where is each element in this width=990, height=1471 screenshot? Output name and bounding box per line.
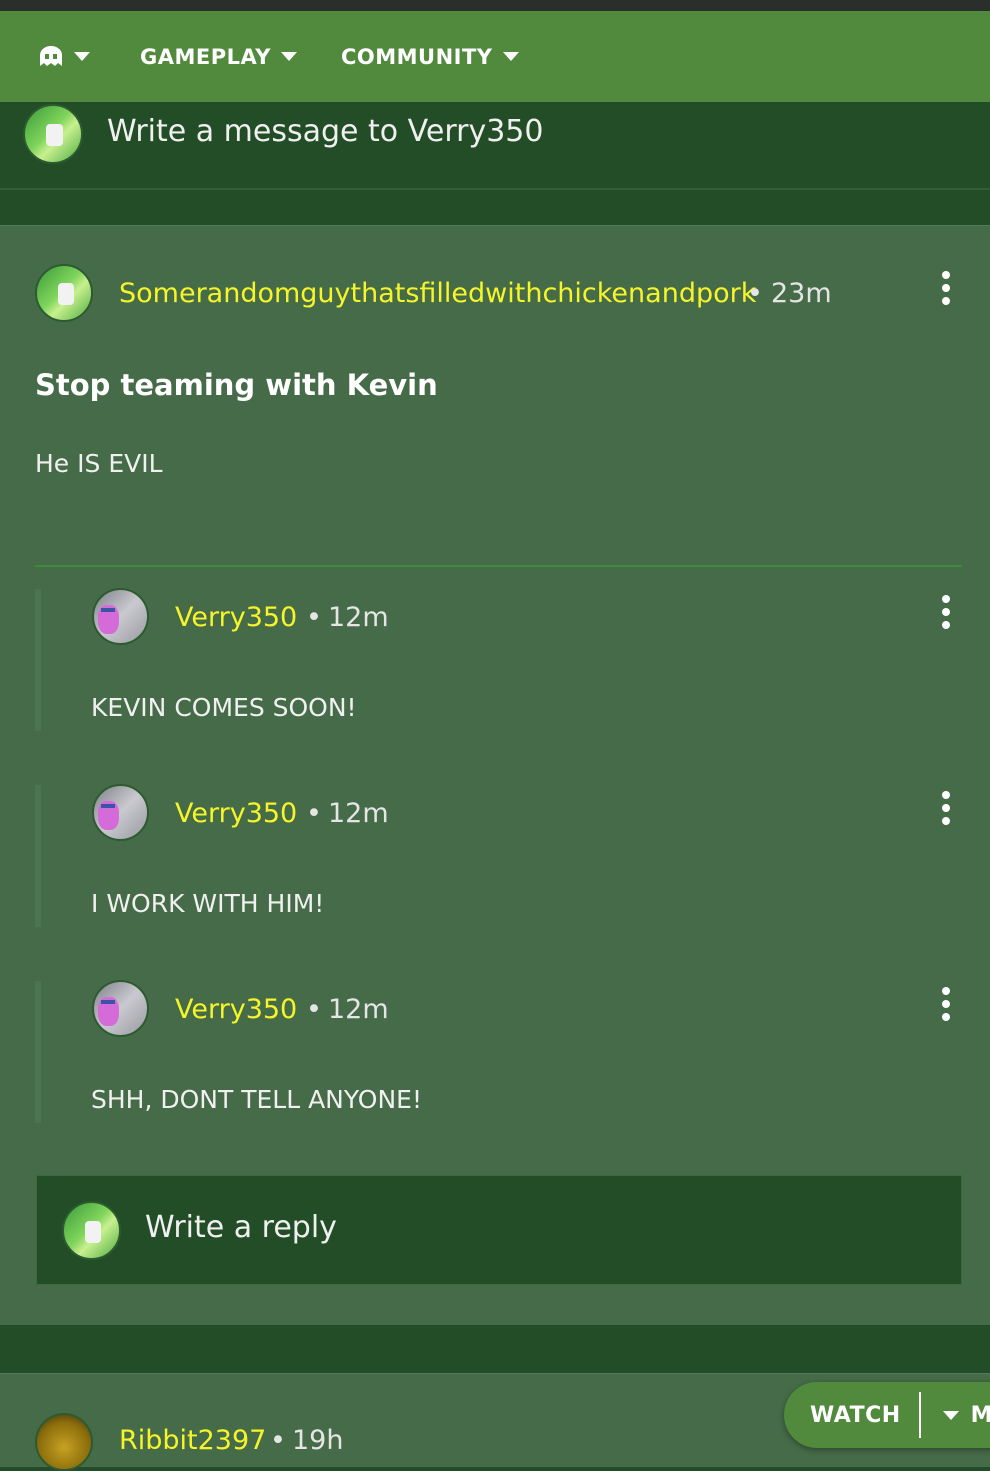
- kebab-dot: [942, 595, 950, 603]
- reply-rail: [35, 589, 41, 731]
- separator: •: [306, 798, 322, 829]
- avatar[interactable]: [92, 980, 149, 1037]
- avatar[interactable]: [35, 1413, 93, 1471]
- next-post-time: 19h: [292, 1425, 344, 1456]
- reply-input[interactable]: Write a reply: [145, 1210, 337, 1245]
- ghost-logo-icon: [40, 45, 62, 66]
- caret-down-icon: [280, 52, 297, 61]
- reply-author[interactable]: Verry350: [175, 994, 297, 1025]
- kebab-dot: [942, 804, 950, 812]
- reply-body: I WORK WITH HIM!: [91, 889, 325, 918]
- post-time: 23m: [771, 278, 832, 309]
- reply-menu-button[interactable]: [941, 987, 951, 1021]
- kebab-dot: [942, 1000, 950, 1008]
- nav-logo-menu[interactable]: [38, 45, 90, 68]
- post-card: Somerandomguythatsfilledwithchickenandpo…: [0, 225, 990, 1326]
- message-input[interactable]: Write a message to Verry350: [107, 114, 543, 149]
- kebab-dot: [942, 987, 950, 995]
- kebab-dot: [942, 1013, 950, 1021]
- separator: •: [747, 278, 763, 309]
- reply-menu-button[interactable]: [941, 791, 951, 825]
- separator: •: [306, 994, 322, 1025]
- post-menu-button[interactable]: [941, 271, 951, 305]
- my-menu-button[interactable]: MY: [971, 1403, 990, 1428]
- reply-author[interactable]: Verry350: [175, 798, 297, 829]
- caret-down-icon[interactable]: [942, 1410, 959, 1420]
- caret-down-icon: [502, 52, 519, 61]
- kebab-dot: [942, 817, 950, 825]
- reply-body: KEVIN COMES SOON!: [91, 693, 357, 722]
- kebab-dot: [942, 791, 950, 799]
- divider: [35, 565, 962, 567]
- nav-community[interactable]: COMMUNITY: [341, 45, 519, 69]
- post-author[interactable]: Somerandomguythatsfilledwithchickenandpo…: [119, 278, 756, 309]
- separator: •: [306, 602, 322, 633]
- message-composer[interactable]: Write a message to Verry350: [0, 102, 990, 190]
- kebab-dot: [942, 284, 950, 292]
- nav-community-label: COMMUNITY: [340, 44, 493, 69]
- top-navigation: GAMEPLAY COMMUNITY: [0, 11, 990, 102]
- separator: •: [270, 1425, 286, 1456]
- avatar[interactable]: [92, 784, 149, 841]
- kebab-dot: [942, 608, 950, 616]
- reply-author[interactable]: Verry350: [175, 602, 297, 633]
- reply-time: 12m: [328, 798, 389, 829]
- nav-gameplay[interactable]: GAMEPLAY: [140, 45, 297, 69]
- avatar[interactable]: [35, 264, 93, 322]
- nav-gameplay-label: GAMEPLAY: [140, 44, 271, 69]
- browser-top-strip: [0, 0, 990, 11]
- post-body: He IS EVIL: [35, 449, 163, 478]
- reply-rail: [35, 785, 41, 927]
- avatar: [23, 104, 83, 164]
- kebab-dot: [942, 271, 950, 279]
- next-post-author[interactable]: Ribbit2397: [119, 1425, 266, 1456]
- reply-composer[interactable]: Write a reply: [36, 1175, 962, 1285]
- reply-body: SHH, DONT TELL ANYONE!: [91, 1085, 422, 1114]
- avatar[interactable]: [92, 588, 149, 645]
- post-gap: [0, 1325, 990, 1373]
- reply-time: 12m: [328, 994, 389, 1025]
- pill-divider: [918, 1392, 921, 1438]
- reply-rail: [35, 981, 41, 1123]
- post-title: Stop teaming with Kevin: [35, 368, 438, 402]
- watch-button[interactable]: WATCH: [810, 1403, 901, 1428]
- kebab-dot: [942, 297, 950, 305]
- reply-time: 12m: [328, 602, 389, 633]
- floating-action-bar: WATCH MY: [784, 1382, 990, 1448]
- kebab-dot: [942, 621, 950, 629]
- avatar: [62, 1201, 121, 1260]
- reply-menu-button[interactable]: [941, 595, 951, 629]
- caret-down-icon: [74, 52, 90, 61]
